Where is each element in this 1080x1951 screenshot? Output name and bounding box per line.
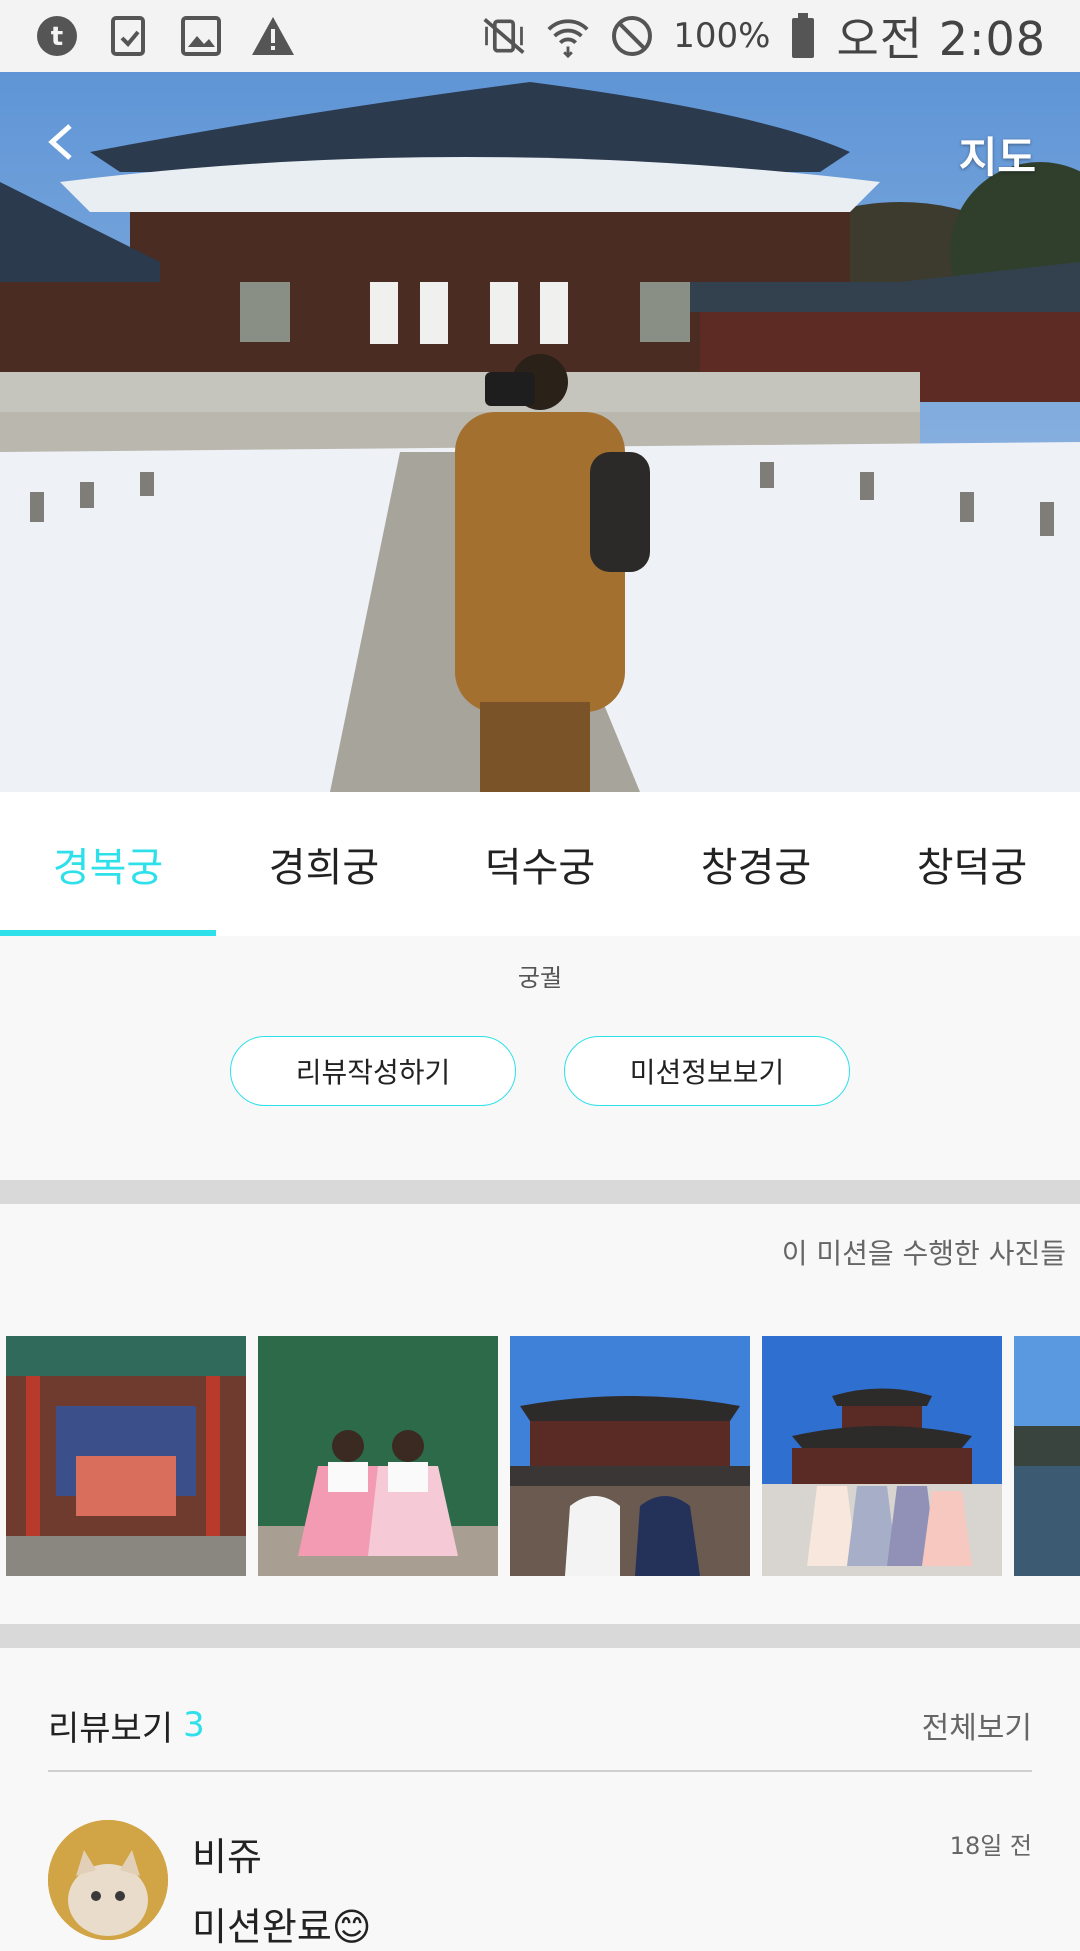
status-bar: t 100% 오전 2:08 (0, 0, 1080, 72)
back-button[interactable] (40, 120, 110, 190)
tab-changgyeonggung[interactable]: 창경궁 (648, 792, 864, 936)
review-time: 18일 전 (949, 1832, 1032, 1860)
tab-deoksugung[interactable]: 덕수궁 (432, 792, 648, 936)
category-label: 궁궐 (517, 964, 563, 992)
hanbok-pair-photo[interactable] (258, 1336, 498, 1576)
reviews-count: 3 (183, 1705, 205, 1745)
reviews-header: 리뷰보기 3 전체보기 (48, 1700, 1032, 1750)
map-button[interactable]: 지도 (959, 124, 1036, 185)
palace-pond-photo[interactable] (1014, 1336, 1080, 1576)
image-icon (178, 13, 224, 59)
warning-icon (250, 13, 296, 59)
action-buttons: 리뷰작성하기 미션정보보기 (0, 1036, 1080, 1106)
clipboard-check-icon (106, 13, 152, 59)
reviews-title: 리뷰보기 (48, 1708, 174, 1749)
mission-info-button[interactable]: 미션정보보기 (564, 1036, 850, 1106)
do-not-disturb-icon (609, 13, 655, 59)
avatar[interactable] (48, 1820, 168, 1940)
see-all-button[interactable]: 전체보기 (922, 1703, 1032, 1747)
palace-tabs: 경복궁 경희궁 덕수궁 창경궁 창덕궁 (0, 792, 1080, 936)
section-divider (0, 1180, 1080, 1204)
tab-changdeokgung[interactable]: 창덕궁 (864, 792, 1080, 936)
reviews-divider (48, 1770, 1032, 1772)
section-divider (0, 1624, 1080, 1648)
photo-strip[interactable] (6, 1336, 1080, 1576)
throne-room-photo[interactable] (6, 1336, 246, 1576)
wifi-icon (545, 13, 591, 59)
palace-gate-photo[interactable] (510, 1336, 750, 1576)
write-review-button[interactable]: 리뷰작성하기 (230, 1036, 516, 1106)
reviewer-name: 비쥬 (192, 1835, 262, 1879)
review-text: 미션완료😊 (192, 1905, 372, 1949)
photos-section-title: 이 미션을 수행한 사진들 (781, 1237, 1066, 1270)
tab-gyeonghuigung[interactable]: 경희궁 (216, 792, 432, 936)
vibrate-off-icon (481, 13, 527, 59)
tab-gyeongbokgung[interactable]: 경복궁 (0, 792, 216, 936)
battery-percent: 100% (673, 16, 771, 56)
tumblr-icon: t (34, 13, 80, 59)
clock: 오전 2:08 (836, 12, 1046, 66)
battery-icon (788, 13, 818, 59)
hero-image: 지도 (0, 72, 1080, 792)
hanbok-group-photo[interactable] (762, 1336, 1002, 1576)
svg-text:t: t (51, 22, 63, 52)
